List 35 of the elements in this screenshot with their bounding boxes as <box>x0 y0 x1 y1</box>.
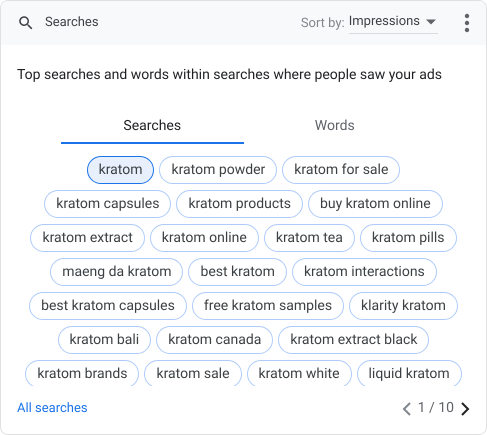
sort-label: Sort by: <box>300 15 345 34</box>
search-label[interactable]: Searches <box>45 13 99 33</box>
search-chip[interactable]: kratom tea <box>264 224 355 252</box>
search-chip[interactable]: kratom products <box>176 190 303 218</box>
sort-dropdown[interactable]: Impressions <box>348 12 438 34</box>
search-chip[interactable]: klarity kratom <box>349 292 458 320</box>
search-chip[interactable]: maeng da kratom <box>50 258 184 286</box>
next-page-icon[interactable] <box>460 402 470 416</box>
search-chip[interactable]: kratom powder <box>159 156 278 184</box>
search-chip[interactable]: kratom bali <box>58 326 152 354</box>
search-chip[interactable]: kratom for sale <box>282 156 400 184</box>
more-icon[interactable] <box>464 13 470 33</box>
description: Top searches and words within searches where people saw your ads <box>16 66 443 85</box>
search-chip[interactable]: kratom extract black <box>278 326 430 354</box>
search-chip[interactable]: kratom pills <box>360 224 456 252</box>
tab[interactable]: Words <box>244 110 426 144</box>
search-chip[interactable]: kratom sale <box>144 360 242 386</box>
search-chip[interactable]: buy kratom online <box>308 190 443 218</box>
search-chip[interactable]: kratom brands <box>25 360 140 386</box>
search-chip[interactable]: kratom canada <box>156 326 274 354</box>
all-searches-link[interactable]: All searches <box>17 398 88 418</box>
tab[interactable]: Searches <box>61 110 244 144</box>
page-indicator: 1 / 10 <box>418 399 454 418</box>
search-chip[interactable]: kratom <box>86 156 154 184</box>
search-chip[interactable]: kratom extract <box>30 224 145 252</box>
search-chip[interactable]: free kratom samples <box>192 292 344 320</box>
caret-icon <box>426 19 436 25</box>
search-chip[interactable]: kratom interactions <box>292 258 437 286</box>
search-chip[interactable]: liquid kratom <box>356 360 462 386</box>
search-chip[interactable]: kratom online <box>150 224 259 252</box>
search-icon[interactable] <box>17 14 35 32</box>
search-chip[interactable]: best kratom capsules <box>29 292 187 320</box>
search-chip[interactable]: best kratom <box>188 258 287 286</box>
search-chip[interactable]: kratom white <box>246 360 352 386</box>
search-chip[interactable]: kratom capsules <box>44 190 172 218</box>
